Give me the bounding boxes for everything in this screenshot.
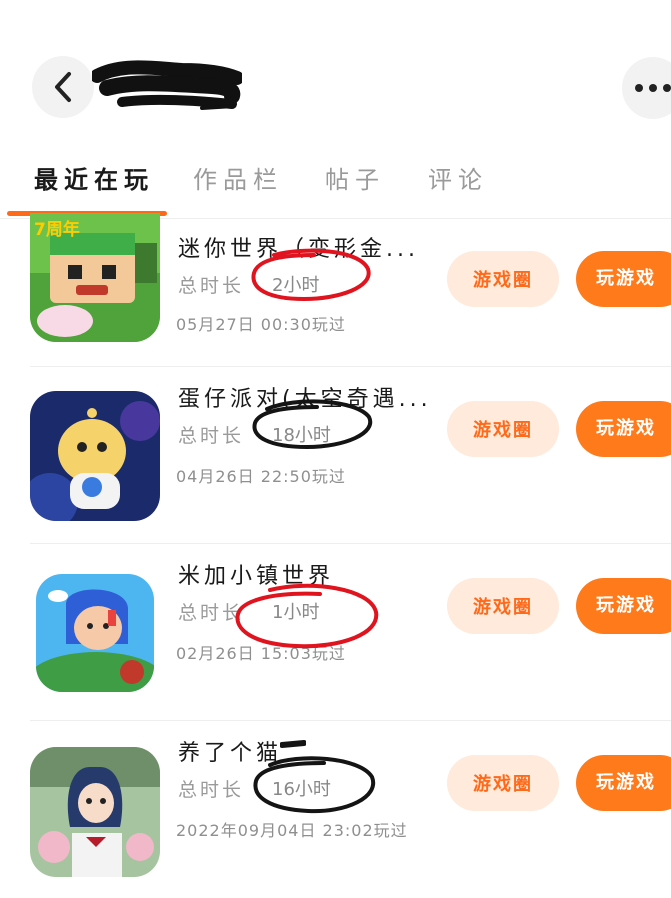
last-played-time: 02月26日 15:03玩过 <box>176 644 346 663</box>
last-played-time: 05月27日 00:30玩过 <box>176 315 346 334</box>
game-circle-button[interactable]: 游戏圈 <box>447 251 559 307</box>
play-game-button[interactable]: 玩游戏 <box>576 251 671 307</box>
game-circle-button[interactable]: 游戏圈 <box>447 401 559 457</box>
chevron-left-icon <box>55 72 71 102</box>
total-duration-value: 16小时 <box>272 779 331 800</box>
play-game-button[interactable]: 玩游戏 <box>576 755 671 811</box>
game-circle-button[interactable]: 游戏圈 <box>447 578 559 634</box>
game-icon <box>36 574 154 692</box>
game-title: 养了个猫 <box>178 741 283 766</box>
tab-works[interactable]: 作品栏 <box>193 160 283 195</box>
total-duration-value: 1小时 <box>272 602 320 623</box>
total-duration-value: 18小时 <box>272 425 331 446</box>
profile-tabs: 最近在玩 作品栏 帖子 评论 <box>0 150 671 218</box>
list-item[interactable]: 蛋仔派对(太空奇遇... 总时长 18小时 04月26日 22:50玩过 游戏圈… <box>0 367 671 544</box>
total-duration-value: 2小时 <box>272 275 320 296</box>
tab-recently-played[interactable]: 最近在玩 <box>34 160 154 195</box>
more-button[interactable] <box>622 57 671 119</box>
total-duration-label: 总时长 <box>178 275 245 297</box>
top-bar <box>0 0 671 130</box>
game-title: 米加小镇世界 <box>178 564 335 589</box>
game-icon: 7周年 <box>30 213 160 342</box>
back-button[interactable] <box>32 56 94 118</box>
total-duration-label: 总时长 <box>178 602 245 624</box>
tab-posts[interactable]: 帖子 <box>325 160 385 195</box>
list-item[interactable]: 米加小镇世界 总时长 1小时 02月26日 15:03玩过 游戏圈 玩游戏 <box>0 544 671 721</box>
game-icon <box>30 747 160 877</box>
tab-comments[interactable]: 评论 <box>428 160 488 195</box>
svg-text:7周年: 7周年 <box>34 219 80 240</box>
total-duration-label: 总时长 <box>178 425 245 447</box>
recently-played-list: 7周年 迷你世界（变形金... 总时长 2小时 05月27日 00:30玩过 游… <box>0 213 671 898</box>
game-circle-button[interactable]: 游戏圈 <box>447 755 559 811</box>
game-title: 迷你世界（变形金... <box>178 237 419 262</box>
title-scribble <box>280 740 306 748</box>
game-title: 蛋仔派对(太空奇遇... <box>178 387 432 412</box>
list-item[interactable]: 养了个猫 总时长 16小时 2022年09月04日 23:02玩过 游戏圈 玩游… <box>0 721 671 898</box>
more-dots-icon <box>635 84 671 92</box>
last-played-time: 2022年09月04日 23:02玩过 <box>176 821 408 840</box>
game-icon <box>30 391 160 521</box>
list-item[interactable]: 7周年 迷你世界（变形金... 总时长 2小时 05月27日 00:30玩过 游… <box>0 213 671 367</box>
last-played-time: 04月26日 22:50玩过 <box>176 467 346 486</box>
total-duration-label: 总时长 <box>178 779 245 801</box>
play-game-button[interactable]: 玩游戏 <box>576 578 671 634</box>
redacted-username-scribble <box>92 60 242 110</box>
play-game-button[interactable]: 玩游戏 <box>576 401 671 457</box>
